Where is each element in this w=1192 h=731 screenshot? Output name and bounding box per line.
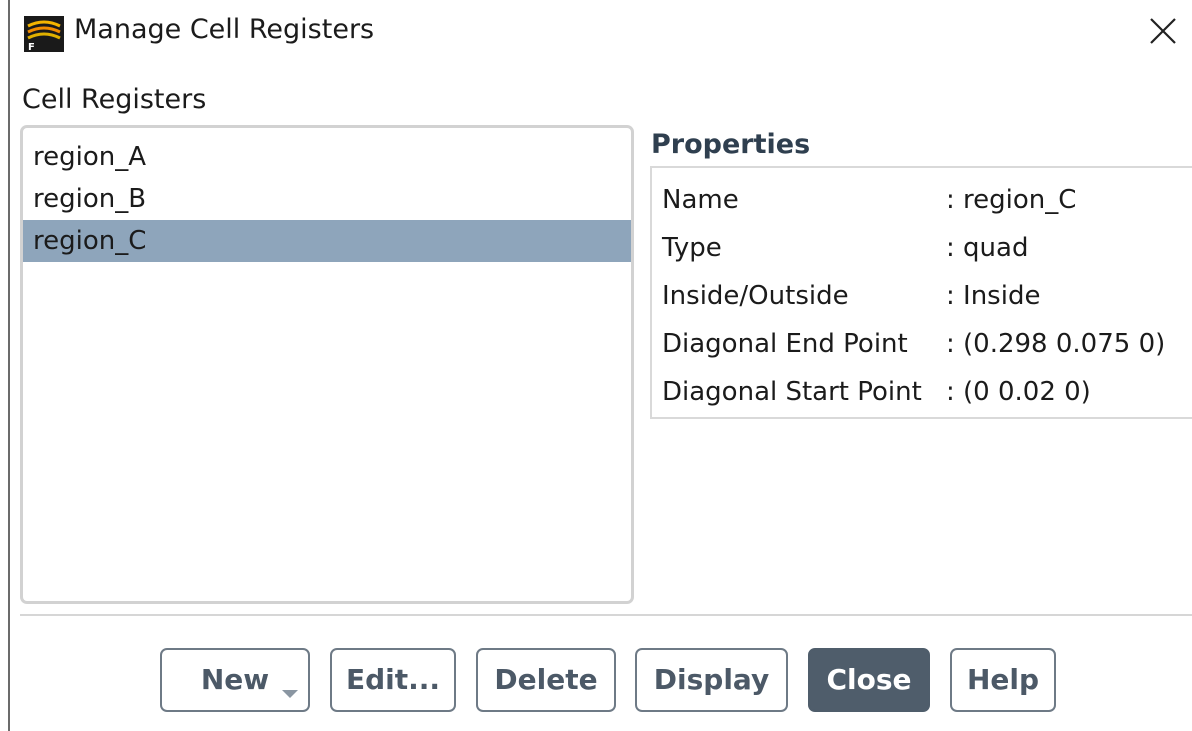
display-button[interactable]: Display: [635, 648, 788, 712]
property-key: Diagonal Start Point: [662, 377, 922, 407]
property-row-diagonal-end-point: Diagonal End Point : (0.298 0.075 0): [662, 324, 1165, 364]
property-key: Type: [662, 233, 722, 263]
list-item-region-b[interactable]: region_B: [23, 178, 631, 220]
divider: [20, 614, 1192, 616]
property-value: : region_C: [946, 185, 1077, 215]
property-row-inside-outside: Inside/Outside : Inside: [662, 276, 1040, 316]
edit-button[interactable]: Edit...: [330, 648, 456, 712]
property-row-diagonal-start-point: Diagonal Start Point : (0 0.02 0): [662, 372, 1091, 412]
property-key: Diagonal End Point: [662, 329, 908, 359]
list-item-region-c[interactable]: region_C: [23, 220, 631, 262]
new-button[interactable]: New: [160, 648, 310, 712]
title-bar: F Manage Cell Registers: [10, 0, 1192, 64]
list-item-region-a[interactable]: region_A: [23, 136, 631, 178]
property-row-name: Name : region_C: [662, 180, 1076, 220]
properties-title: Properties: [651, 129, 811, 160]
new-button-label: New: [200, 663, 270, 696]
window-title: Manage Cell Registers: [74, 14, 375, 45]
property-row-type: Type : quad: [662, 228, 1028, 268]
property-value: : Inside: [946, 281, 1041, 311]
property-key: Inside/Outside: [662, 281, 849, 311]
property-key: Name: [662, 185, 739, 215]
properties-panel: Name : region_C Type : quad Inside/Outside…: [650, 166, 1192, 419]
help-button[interactable]: Help: [950, 648, 1056, 712]
close-icon[interactable]: [1146, 14, 1180, 48]
close-button[interactable]: Close: [808, 648, 930, 712]
window-edge: [0, 0, 10, 731]
fluent-app-icon: F: [24, 16, 64, 52]
svg-text:F: F: [28, 42, 35, 52]
property-value: : quad: [946, 233, 1029, 263]
cell-registers-label: Cell Registers: [22, 84, 207, 115]
property-value: : (0 0.02 0): [946, 377, 1091, 407]
dropdown-arrow-icon[interactable]: [282, 690, 298, 698]
cell-registers-list[interactable]: region_A region_B region_C: [20, 125, 634, 604]
delete-button[interactable]: Delete: [476, 648, 616, 712]
property-value: : (0.298 0.075 0): [946, 329, 1166, 359]
